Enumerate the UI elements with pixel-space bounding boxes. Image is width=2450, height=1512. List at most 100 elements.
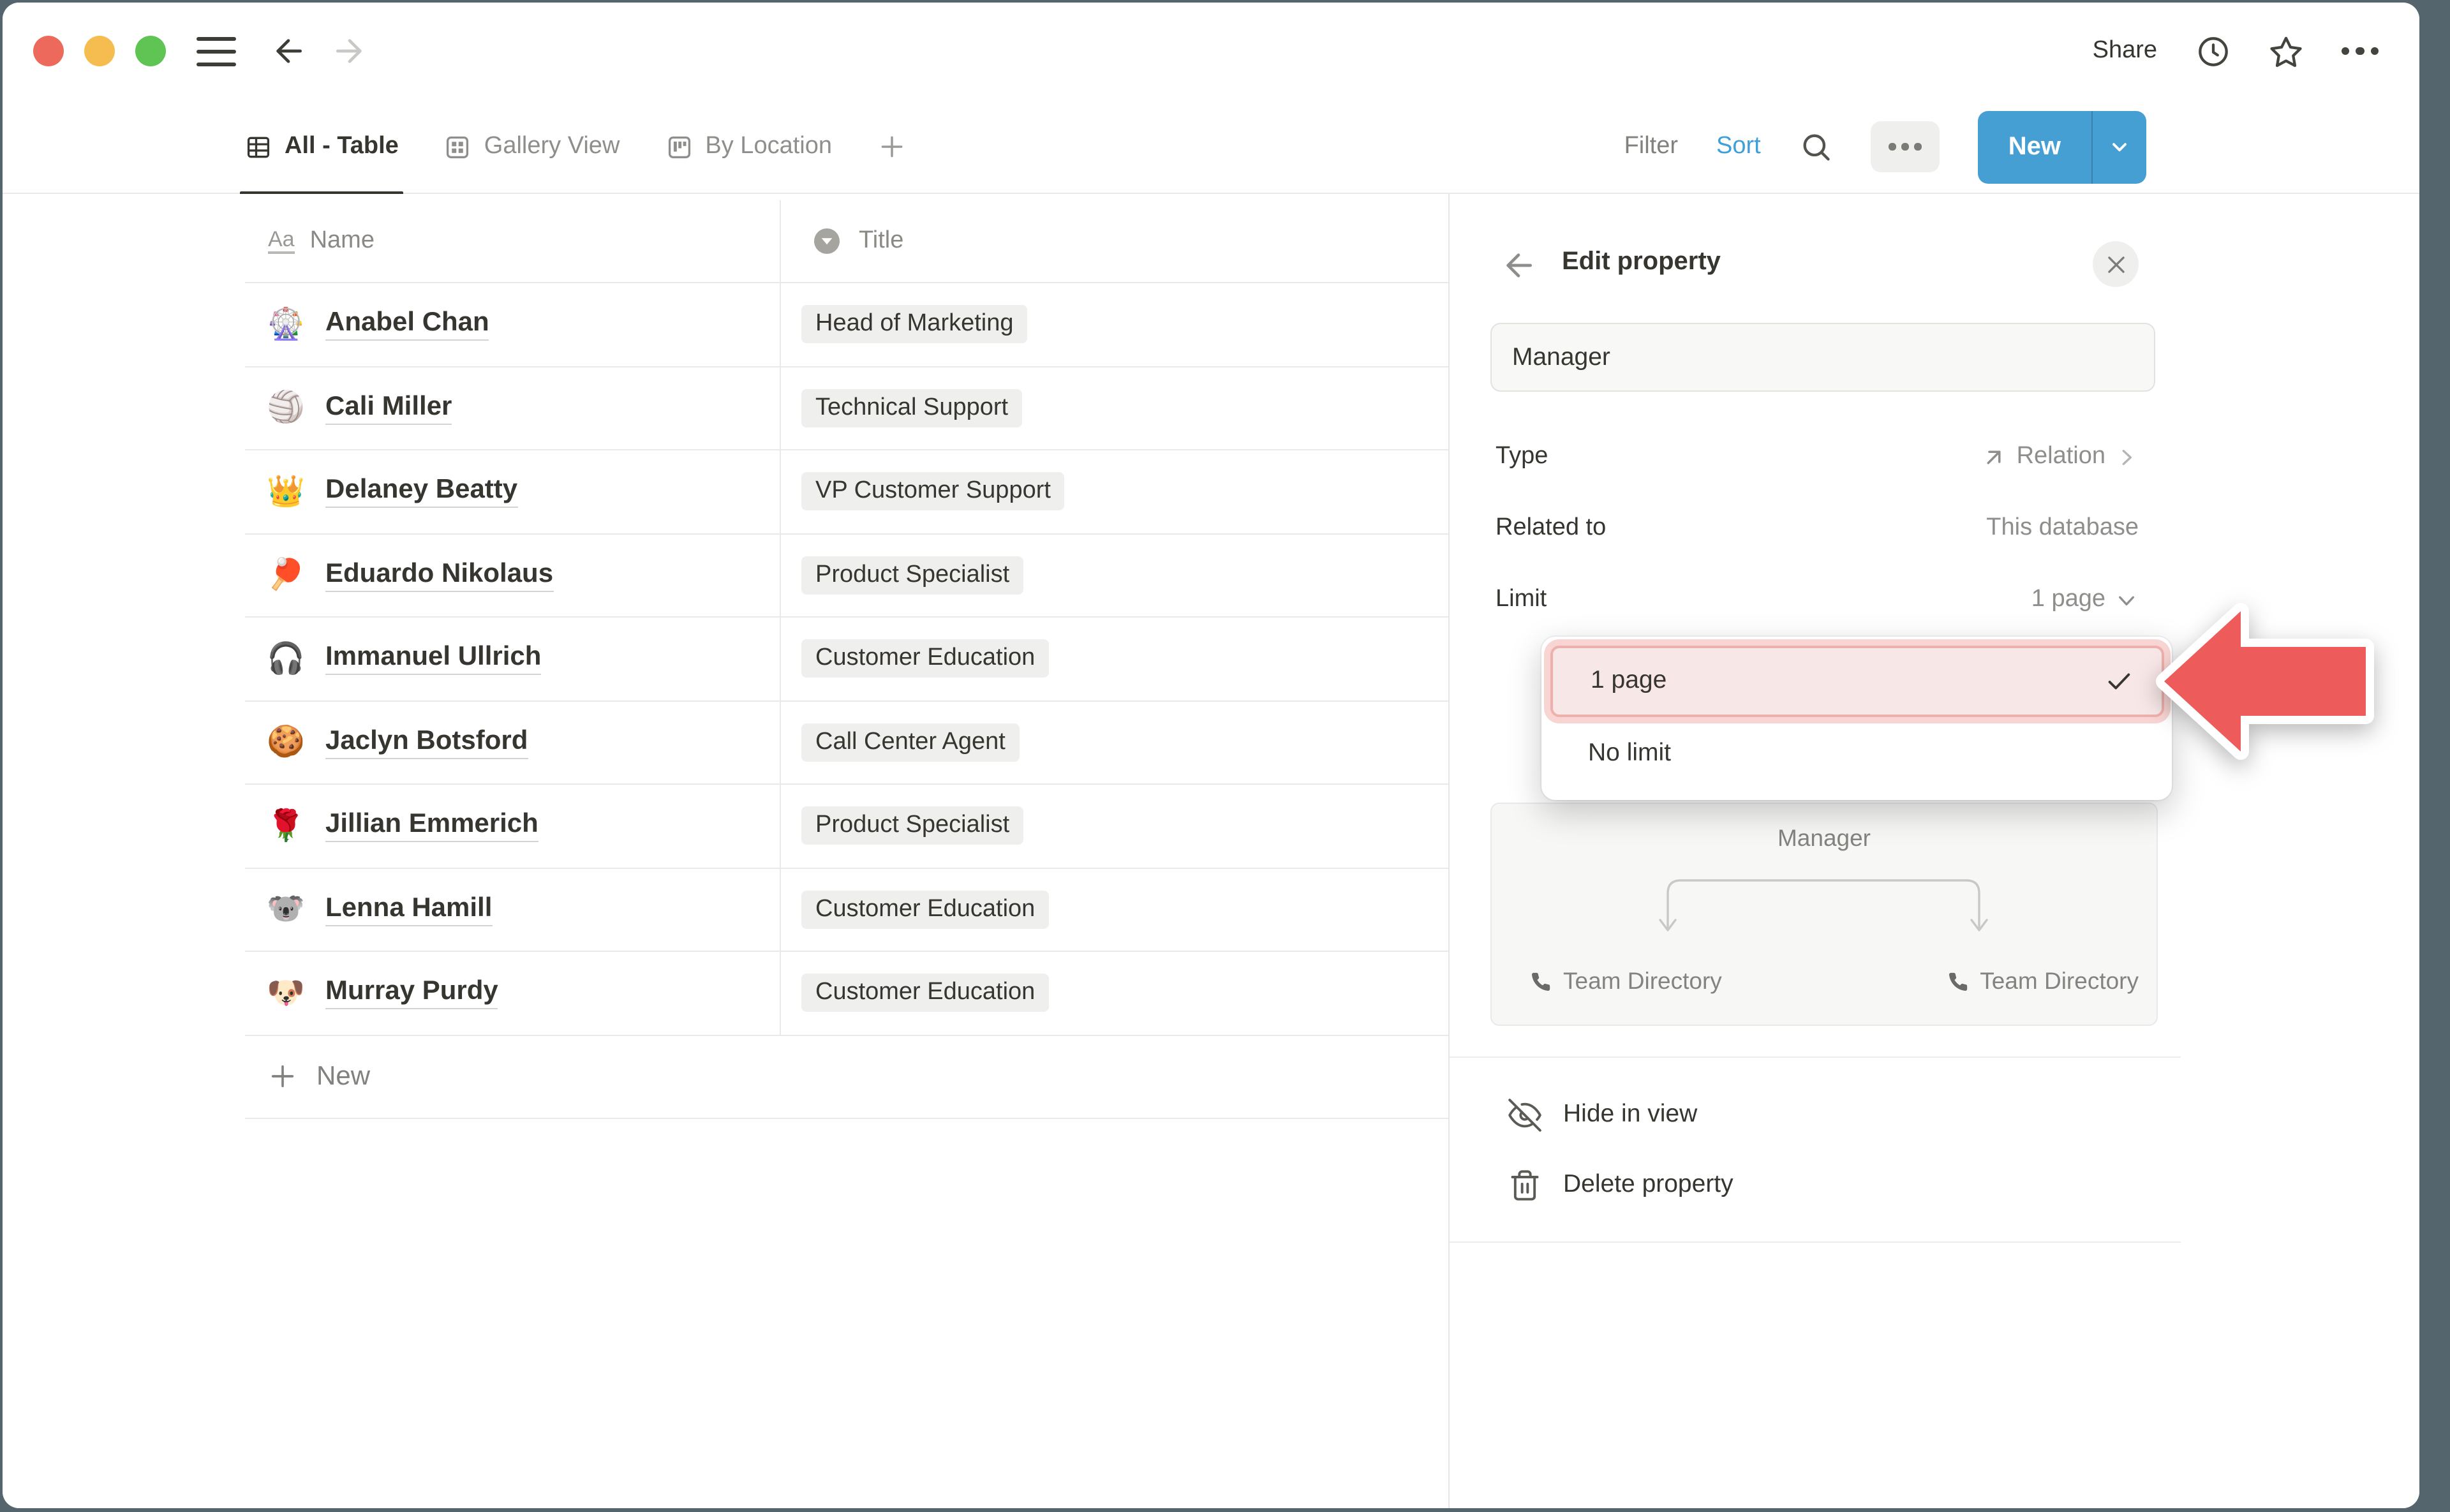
field-value-group: Relation	[1981, 443, 2139, 471]
person-title-cell[interactable]: Customer Education	[781, 868, 1448, 951]
database-table: Aa Name Title 🎡 Anabel Chan	[245, 200, 1448, 1119]
person-title-cell[interactable]: Product Specialist	[781, 785, 1448, 867]
panel-divider-bottom	[1450, 1241, 2181, 1243]
panel-action-label: Delete property	[1563, 1170, 1734, 1199]
close-window-button[interactable]	[33, 36, 64, 66]
table-row: 🐶 Murray Purdy Customer Education	[245, 952, 1448, 1035]
eye-off-icon	[1508, 1098, 1541, 1131]
table-row: 🎡 Anabel Chan Head of Marketing	[245, 283, 1448, 367]
person-name-cell[interactable]: 🐶 Murray Purdy	[245, 952, 781, 1034]
person-name-cell[interactable]: 🐨 Lenna Hamill	[245, 868, 781, 951]
panel-action-label: Hide in view	[1563, 1100, 1697, 1129]
person-page-link[interactable]: Murray Purdy	[325, 977, 498, 1010]
table-row: 👑 Delaney Beatty VP Customer Support	[245, 450, 1448, 534]
more-options-icon[interactable]	[2341, 47, 2379, 56]
limit-dropdown-menu: 1 page No limit	[1541, 637, 2172, 800]
new-record-button[interactable]: New	[1978, 110, 2146, 183]
field-value: This database	[1986, 514, 2139, 542]
person-title-cell[interactable]: Product Specialist	[781, 534, 1448, 616]
person-name-cell[interactable]: 🍪 Jaclyn Botsford	[245, 701, 781, 783]
title-tag: VP Customer Support	[801, 473, 1065, 511]
person-page-link[interactable]: Jaclyn Botsford	[325, 726, 528, 759]
person-emoji-icon: 🐶	[267, 975, 305, 1012]
preview-child-label: Team Directory	[1563, 967, 1722, 995]
person-emoji-icon: 🍪	[267, 724, 305, 761]
view-tab[interactable]: All - Table	[245, 100, 399, 194]
sort-button[interactable]: Sort	[1716, 133, 1761, 161]
person-page-link[interactable]: Eduardo Nikolaus	[325, 559, 553, 592]
panel-action-item[interactable]: Delete property	[1450, 1150, 2181, 1220]
back-arrow-icon[interactable]	[271, 33, 306, 69]
panel-action-item[interactable]: Hide in view	[1450, 1079, 2181, 1150]
annotation-arrow-icon	[2155, 600, 2375, 768]
person-title-cell[interactable]: VP Customer Support	[781, 450, 1448, 533]
property-field-row[interactable]: Related to This database	[1496, 493, 2139, 564]
add-row-button[interactable]: New	[245, 1035, 1448, 1119]
view-tabbar: All - Table Gallery View	[3, 100, 2419, 194]
field-value-group: 1 page	[2031, 586, 2139, 614]
view-options-icon[interactable]	[1871, 121, 1940, 172]
preview-child-item: Team Directory	[1530, 967, 1722, 995]
title-tag: Customer Education	[801, 891, 1049, 929]
view-tab[interactable]: Gallery View	[445, 100, 620, 194]
updates-clock-icon[interactable]	[2195, 34, 2230, 68]
limit-dropdown-option[interactable]: No limit	[1550, 719, 2164, 788]
person-emoji-icon: 🏐	[267, 390, 305, 427]
person-page-link[interactable]: Lenna Hamill	[325, 893, 492, 926]
person-page-link[interactable]: Anabel Chan	[325, 308, 489, 341]
title-tag: Customer Education	[801, 640, 1049, 678]
person-name-cell[interactable]: 🎡 Anabel Chan	[245, 283, 781, 366]
view-tab[interactable]: By Location	[665, 100, 832, 194]
preview-children: Team Directory Team Directory	[1530, 967, 2139, 995]
table-header-row: Aa Name Title	[245, 200, 1448, 283]
edit-property-panel: Edit property Type Relation	[1448, 194, 2419, 1508]
property-name-input[interactable]	[1490, 323, 2155, 392]
column-title-label: Title	[859, 227, 903, 255]
title-tag: Customer Education	[801, 974, 1049, 1012]
person-title-cell[interactable]: Customer Education	[781, 618, 1448, 700]
person-emoji-icon: 🎧	[267, 641, 305, 678]
field-value: 1 page	[2031, 586, 2105, 614]
panel-back-icon[interactable]	[1501, 248, 1536, 283]
person-name-cell[interactable]: 🎧 Immanuel Ullrich	[245, 618, 781, 700]
column-header-name[interactable]: Aa Name	[245, 200, 781, 282]
person-page-link[interactable]: Delaney Beatty	[325, 475, 517, 508]
field-label: Related to	[1496, 514, 1606, 542]
person-name-cell[interactable]: 🏐 Cali Miller	[245, 367, 781, 449]
person-title-cell[interactable]: Customer Education	[781, 952, 1448, 1034]
person-name-cell[interactable]: 🌹 Jillian Emmerich	[245, 785, 781, 867]
person-page-link[interactable]: Immanuel Ullrich	[325, 642, 541, 676]
trash-icon	[1508, 1168, 1541, 1201]
minimize-window-button[interactable]	[84, 36, 115, 66]
window-controls	[33, 36, 166, 66]
forward-arrow-icon[interactable]	[332, 33, 368, 69]
person-name-cell[interactable]: 👑 Delaney Beatty	[245, 450, 781, 533]
person-page-link[interactable]: Cali Miller	[325, 392, 452, 425]
property-field-row[interactable]: Type Relation	[1496, 421, 2139, 493]
share-button[interactable]: Share	[2093, 37, 2157, 65]
panel-title: Edit property	[1562, 248, 1721, 277]
text-property-icon: Aa	[268, 228, 295, 254]
filter-button[interactable]: Filter	[1624, 133, 1678, 161]
title-tag: Call Center Agent	[801, 723, 1020, 762]
view-tab-label: All - Table	[285, 133, 399, 161]
limit-dropdown-option[interactable]: 1 page	[1550, 645, 2164, 716]
person-page-link[interactable]: Jillian Emmerich	[325, 810, 538, 843]
table-row: 🐨 Lenna Hamill Customer Education	[245, 868, 1448, 952]
add-view-button[interactable]	[878, 100, 906, 194]
new-record-dropdown-icon[interactable]	[2091, 110, 2146, 183]
view-tab-label: Gallery View	[484, 133, 620, 161]
maximize-window-button[interactable]	[135, 36, 166, 66]
favorite-star-icon[interactable]	[2268, 34, 2303, 68]
person-title-cell[interactable]: Technical Support	[781, 367, 1448, 449]
property-field-row[interactable]: Limit 1 page	[1496, 564, 2139, 635]
sidebar-menu-icon[interactable]	[197, 37, 236, 66]
person-title-cell[interactable]: Call Center Agent	[781, 701, 1448, 783]
panel-close-icon[interactable]	[2093, 241, 2139, 287]
column-header-title[interactable]: Title	[781, 200, 1448, 282]
person-name-cell[interactable]: 🏓 Eduardo Nikolaus	[245, 534, 781, 616]
title-tag: Product Specialist	[801, 556, 1023, 595]
desktop-backdrop: Share	[0, 0, 2450, 1512]
search-icon[interactable]	[1799, 130, 1832, 163]
person-title-cell[interactable]: Head of Marketing	[781, 283, 1448, 366]
